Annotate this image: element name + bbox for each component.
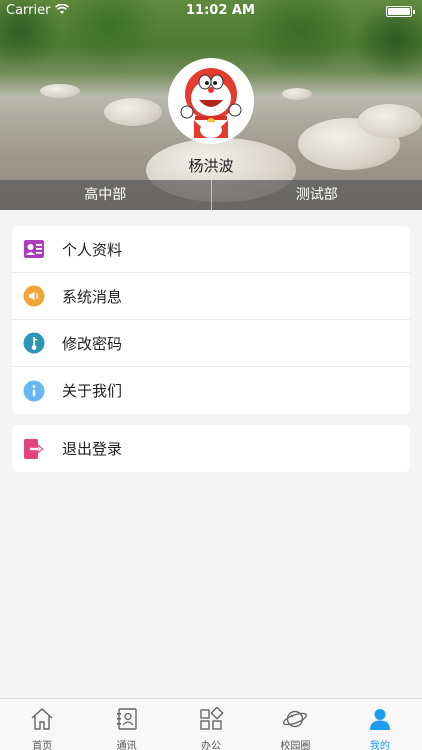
person-icon [367, 707, 393, 735]
profile-card-icon [22, 237, 46, 261]
tab-label: 办公 [201, 741, 222, 750]
avatar[interactable] [168, 58, 254, 144]
background-stone [40, 84, 80, 98]
logout-button[interactable]: 退出登录 [12, 425, 410, 472]
tab-bar: 首页 通讯 办公 校园圈 我的 [0, 698, 422, 750]
menu-item-change-password[interactable]: 修改密码 [12, 320, 410, 367]
menu-item-about[interactable]: 关于我们 [12, 367, 410, 414]
background-stone [104, 98, 162, 126]
username: 杨洪波 [188, 157, 234, 175]
department-bar: 高中部 测试部 [0, 180, 422, 210]
home-icon [29, 707, 55, 735]
tab-home[interactable]: 首页 [0, 699, 84, 750]
tab-label: 首页 [32, 741, 53, 750]
logout-card: 退出登录 [12, 425, 410, 472]
key-icon [22, 331, 46, 355]
tab-label: 通讯 [116, 741, 137, 750]
info-icon [22, 379, 46, 403]
settings-menu: 个人资料 系统消息 修改密码 关于我们 [12, 226, 410, 414]
menu-item-label: 关于我们 [62, 382, 123, 400]
menu-item-label: 修改密码 [62, 334, 123, 353]
tab-contacts[interactable]: 通讯 [84, 699, 168, 750]
menu-item-label: 个人资料 [62, 240, 123, 259]
status-time: 11:02 AM [186, 3, 255, 18]
planet-icon [282, 707, 308, 735]
logout-icon [22, 437, 46, 461]
wifi-icon [55, 3, 69, 18]
menu-item-label: 系统消息 [62, 287, 123, 306]
tab-office[interactable]: 办公 [169, 699, 253, 750]
background-stone [358, 104, 422, 138]
tab-campus-circle[interactable]: 校园圈 [253, 699, 337, 750]
contacts-icon [114, 707, 140, 735]
office-grid-icon [198, 706, 224, 735]
profile-header: Carrier 11:02 AM 杨洪波 高中部 测试部 [0, 0, 422, 210]
background-stone [282, 88, 312, 100]
tab-label: 我的 [369, 741, 390, 750]
department-label: 高中部 [84, 187, 127, 203]
carrier-label: Carrier [6, 3, 51, 18]
menu-item-messages[interactable]: 系统消息 [12, 273, 410, 320]
speaker-icon [22, 284, 46, 308]
tab-label: 校园圈 [280, 741, 311, 750]
logout-label: 退出登录 [62, 440, 123, 458]
status-bar: Carrier 11:02 AM [0, 0, 422, 22]
menu-item-profile[interactable]: 个人资料 [12, 226, 410, 273]
tab-mine[interactable]: 我的 [338, 699, 422, 750]
battery-icon [386, 6, 415, 17]
department-label: 测试部 [210, 180, 422, 210]
